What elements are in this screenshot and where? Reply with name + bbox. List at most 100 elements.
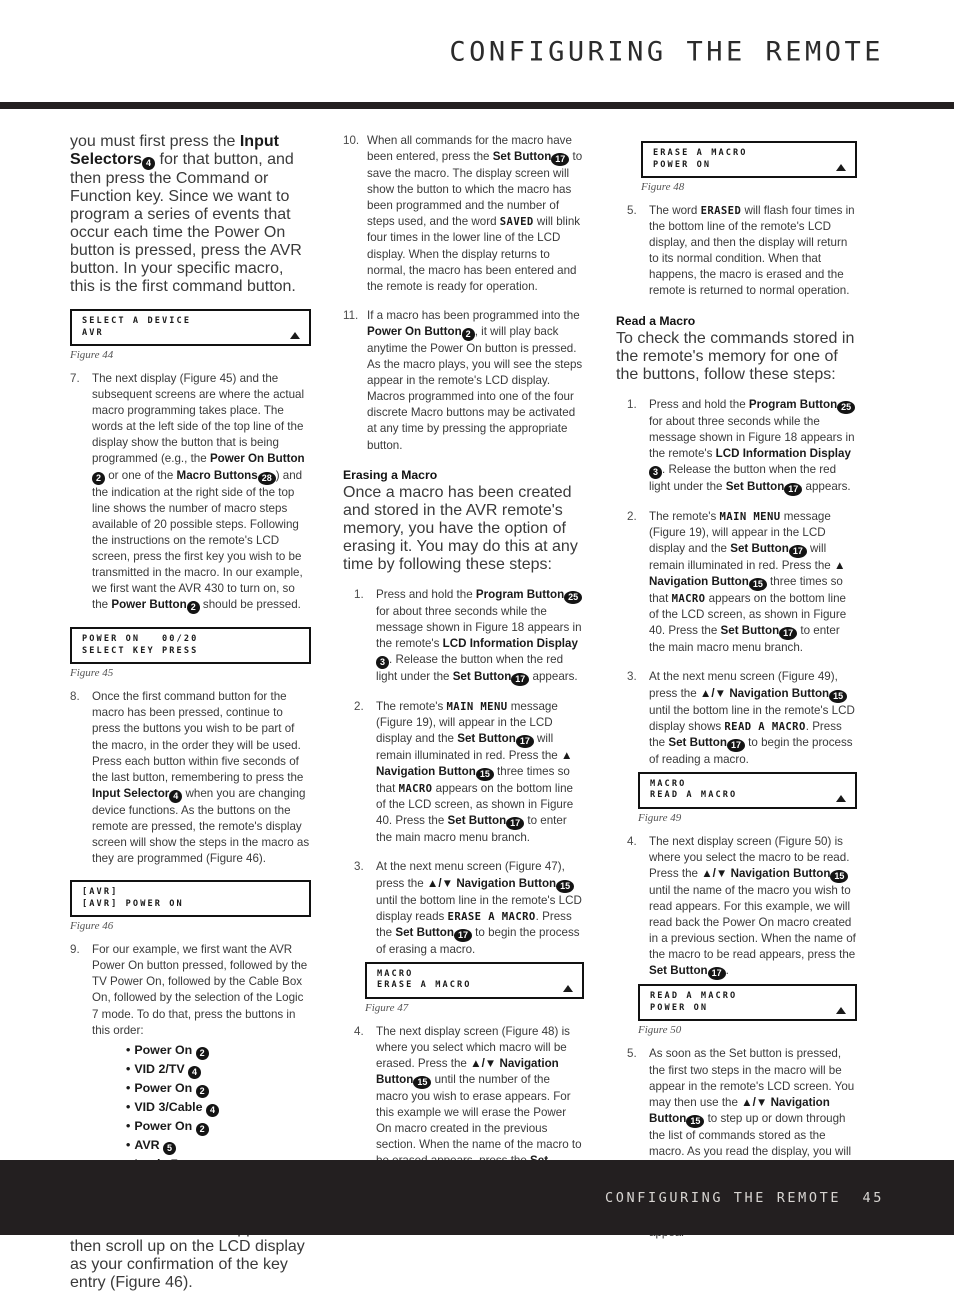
figure-caption: Figure 46 [70,920,114,933]
badge-17: 17 [506,817,525,831]
list-number: 2. [627,509,637,523]
badge-2: 2 [92,471,105,485]
column-3: ERASE A MACRO POWER ON Figure 48 5. The w… [616,133,857,1254]
list-item: • Power On 2 [126,1041,311,1060]
list-item: • VID 3/Cable 4 [126,1098,311,1117]
text-run: until the number of the macro you wish t… [376,1073,582,1167]
lcd-line-2: POWER ON [650,1002,709,1013]
term-set-button: Set Button [668,735,727,749]
text-run: or one of the [105,468,177,482]
badge-17: 17 [551,153,570,167]
list-item-7: 7. The next display (Figure 45) and the s… [70,371,311,615]
badge-17: 17 [788,545,807,559]
badge-4: 4 [142,157,156,170]
term-input-selector: Input Selector [92,786,170,800]
figure-caption: Figure 49 [638,811,682,824]
button-name-label: VID 2/TV [134,1061,189,1076]
text-run: for that button, and then press the Comm… [70,151,302,295]
term-set-button: Set Button [649,964,708,978]
term-set-button: Set Button [730,542,789,556]
figure-49: MACRO READ A MACRO Figure 49 [638,771,857,824]
text-run: until the name of the macro you wish to … [649,883,856,962]
footer-title-and-page: CONFIGURING THE REMOTE 45 [605,1190,884,1206]
badge-3: 3 [376,655,389,669]
bullet-dot-icon: • [126,1118,131,1133]
lcd-screen: [AVR] [AVR] POWER ON [70,880,311,918]
badge-15: 15 [829,689,848,703]
bullet-dot-icon: • [126,1137,131,1152]
badge-25: 25 [837,400,856,414]
text-run: Once the first command button for the ma… [92,690,304,784]
list-item-read-2: 2. The remote's MAIN MENU message (Figure… [627,509,857,657]
badge-17: 17 [515,735,534,749]
badge-2: 2 [195,1084,209,1098]
list-item: • VID 2/TV 4 [126,1060,311,1079]
text-run: should be pressed. [199,598,301,612]
badge-17: 17 [784,482,803,496]
badge-4: 4 [169,789,183,803]
footer-spacer [841,1190,862,1206]
column-2: 10. When all commands for the macro have … [343,133,584,1200]
button-name-label: Power On [134,1042,196,1057]
text-run: Press and hold the [649,397,749,411]
badge-17: 17 [726,738,745,752]
text-run: , it will play back anytime the Power On… [367,324,583,452]
figure-caption: Figure 50 [638,1024,682,1037]
paragraph-continued: you must first press the Input Selectors… [70,133,311,296]
figure-45: POWER ON 00/20 SELECT KEY PRESS Figure 4… [70,627,311,679]
term-lcd-information-display: LCD Information Display [715,446,851,460]
section-heading-erasing-a-macro: Erasing a Macro [343,467,438,482]
badge-2: 2 [461,327,475,341]
lcd-line-1: ERASE A MACRO [653,148,748,158]
up-arrow-icon [290,332,300,339]
lcd-word-main-menu: MAIN MENU [446,700,508,713]
text-run: For our example, we first want the AVR P… [92,943,308,1037]
lcd-screen: MACRO ERASE A MACRO [365,961,584,999]
footer-section-title: CONFIGURING THE REMOTE [605,1189,842,1206]
figure-46: [AVR] [AVR] POWER ON Figure 46 [70,880,311,932]
term-program-button: Program Button [475,587,565,601]
lcd-line-1: READ A MACRO [650,991,738,1002]
lcd-screen: SELECT A DEVICE AVR [70,309,311,346]
paragraph-read-intro: To check the commands stored in the remo… [616,329,855,383]
list-number: 3. [354,860,364,874]
lcd-word-macro: MACRO [671,593,706,606]
list-item-erase-3: 3. At the next menu screen (Figure 47), p… [354,859,584,957]
lcd-line-2: READ A MACRO [650,790,738,801]
lcd-word-saved: SAVED [499,216,534,229]
lcd-word-main-menu: MAIN MENU [719,510,781,523]
list-number: 4. [354,1024,364,1038]
up-arrow-icon [836,1007,846,1015]
term-program-button: Program Button [748,397,838,411]
list-item: • AVR 5 [126,1136,311,1155]
figure-47: MACRO ERASE A MACRO Figure 47 [365,961,584,1014]
badge-15: 15 [830,869,849,883]
badge-28: 28 [257,471,276,485]
text-run: If a macro has been programmed into the [367,308,580,322]
header-divider-rule [0,102,954,109]
list-number: 8. [70,690,80,704]
list-number: 5. [627,204,637,217]
list-item-8: 8. Once the first command button for the … [70,689,311,867]
list-number: 1. [354,587,364,601]
text-run: appears. [802,479,851,493]
lcd-screen: ERASE A MACRO POWER ON [641,141,857,178]
term-macro-buttons: Macro Buttons [176,468,258,482]
badge-15: 15 [686,1114,705,1128]
lcd-screen: READ A MACRO POWER ON [638,984,857,1022]
badge-4: 4 [205,1103,219,1117]
list-number: 10. [343,134,360,147]
badge-17: 17 [707,967,726,981]
badge-2: 2 [195,1046,209,1060]
column-1: you must first press the Input Selector s… [70,133,311,1305]
figure-44: SELECT A DEVICE AVR Figure 44 [70,309,311,361]
list-number: 9. [70,943,80,957]
lcd-screen: POWER ON 00/20 SELECT KEY PRESS [70,627,311,665]
erase-steps-list: 1. Press and hold the Program Button 25 fo… [354,587,584,1187]
lcd-word-read-a-macro: READ A MACRO [724,720,806,733]
lcd-word-erased: ERASED [700,205,742,217]
lcd-screen: MACRO READ A MACRO [638,771,857,809]
term-navigation-button-updown: ▲/▼ Navigation Button [426,876,557,890]
button-name-label: AVR [134,1137,164,1152]
lcd-word-macro: MACRO [398,783,433,796]
